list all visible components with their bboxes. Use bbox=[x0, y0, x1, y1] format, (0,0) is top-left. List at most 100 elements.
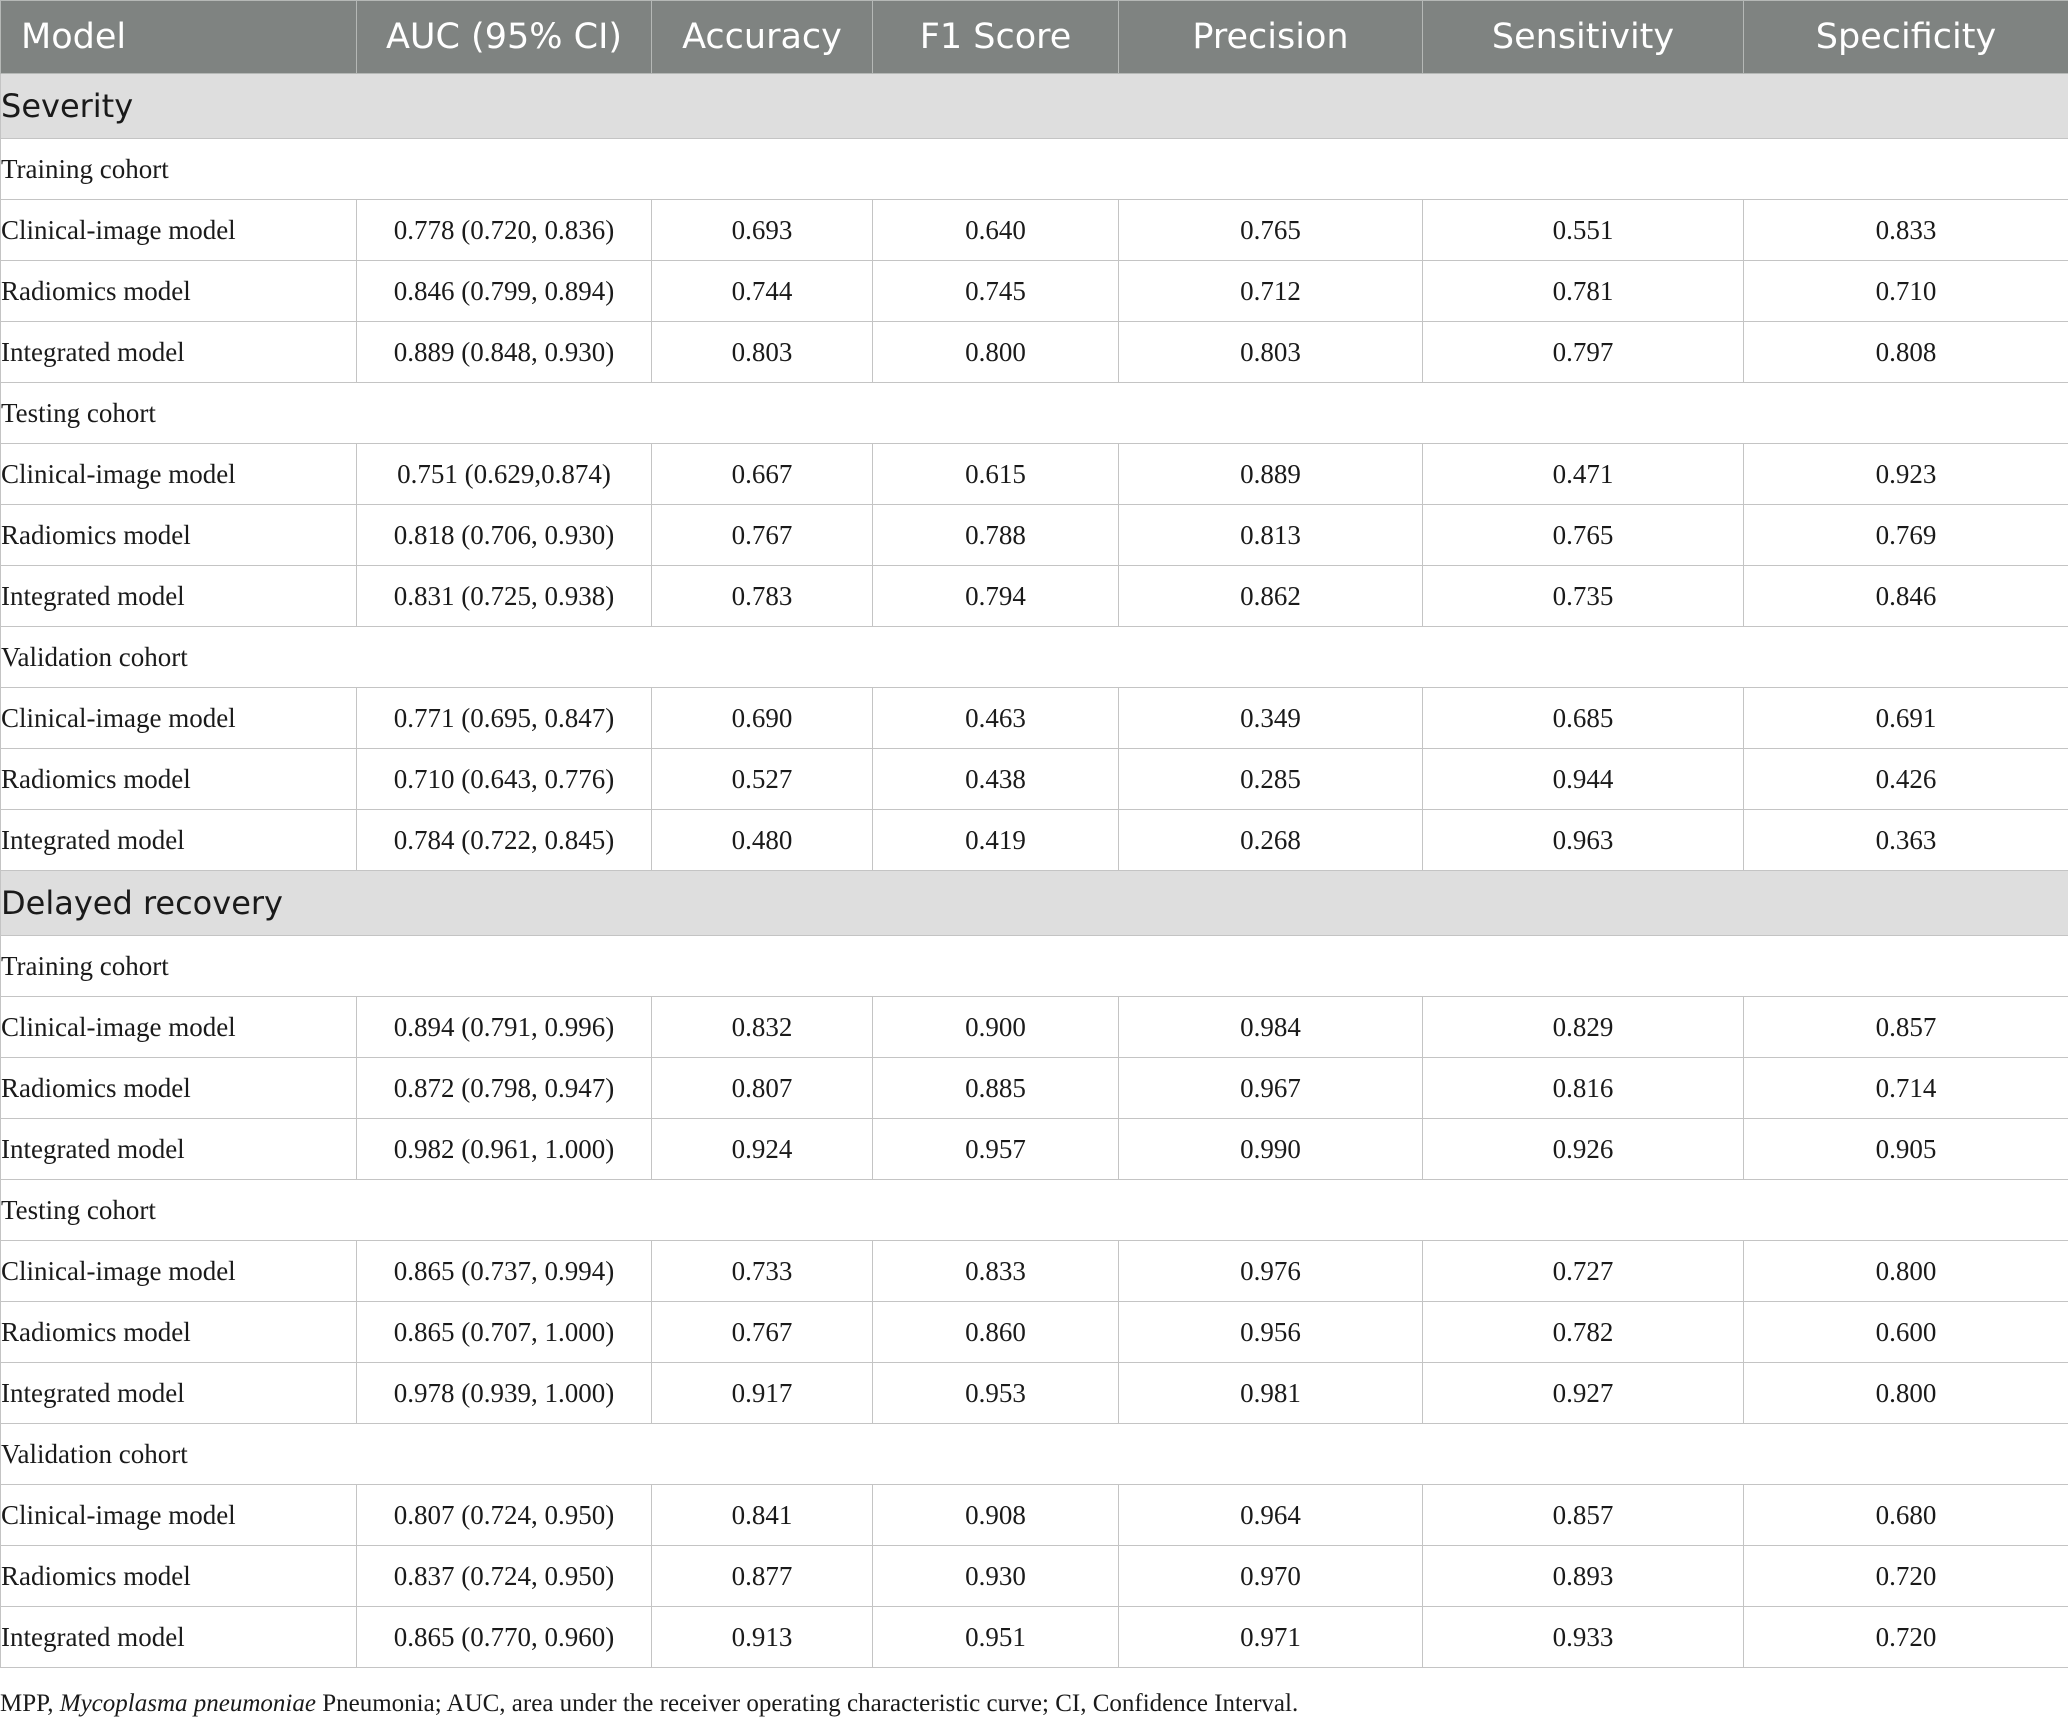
cell-model-name: Clinical-image model bbox=[0, 443, 357, 505]
cell-f1: 0.908 bbox=[872, 1484, 1119, 1546]
table-row: Integrated model 0.889 (0.848, 0.930) 0.80… bbox=[0, 321, 2068, 383]
footnote-text: Pneumonia; AUC, area under the receiver … bbox=[315, 1690, 1299, 1717]
results-table: Model AUC (95% CI) Accuracy F1 Score Pre… bbox=[0, 0, 2068, 1668]
cell-accuracy: 0.480 bbox=[651, 809, 873, 871]
cell-precision: 0.813 bbox=[1118, 504, 1423, 566]
cell-model-name: Integrated model bbox=[0, 1362, 357, 1424]
cell-precision: 0.956 bbox=[1118, 1301, 1423, 1363]
cohort-row: Validation cohort bbox=[0, 626, 2068, 688]
cell-precision: 0.349 bbox=[1118, 687, 1423, 749]
cell-f1: 0.800 bbox=[872, 321, 1119, 383]
cell-specificity: 0.720 bbox=[1743, 1545, 2068, 1607]
cell-specificity: 0.857 bbox=[1743, 996, 2068, 1058]
cell-accuracy: 0.841 bbox=[651, 1484, 873, 1546]
table-row: Clinical-image model 0.865 (0.737, 0.994)… bbox=[0, 1240, 2068, 1302]
cell-sensitivity: 0.781 bbox=[1422, 260, 1744, 322]
table-header-row: Model AUC (95% CI) Accuracy F1 Score Pre… bbox=[0, 0, 2068, 74]
cell-f1: 0.860 bbox=[872, 1301, 1119, 1363]
cell-accuracy: 0.693 bbox=[651, 199, 873, 261]
cell-model-name: Integrated model bbox=[0, 565, 357, 627]
cell-f1: 0.794 bbox=[872, 565, 1119, 627]
cell-model-name: Clinical-image model bbox=[0, 1240, 357, 1302]
cell-f1: 0.930 bbox=[872, 1545, 1119, 1607]
cell-model-name: Clinical-image model bbox=[0, 687, 357, 749]
table-body: Severity Training cohort Clinical-image mo… bbox=[0, 73, 2068, 1668]
header-cell-auc: AUC (95% CI) bbox=[356, 0, 652, 74]
cell-auc: 0.771 (0.695, 0.847) bbox=[356, 687, 652, 749]
cell-auc: 0.831 (0.725, 0.938) bbox=[356, 565, 652, 627]
cell-f1: 0.463 bbox=[872, 687, 1119, 749]
cell-auc: 0.751 (0.629,0.874) bbox=[356, 443, 652, 505]
header-cell-accuracy: Accuracy bbox=[651, 0, 873, 74]
cell-accuracy: 0.913 bbox=[651, 1606, 873, 1668]
table-row: Radiomics model 0.846 (0.799, 0.894) 0.744… bbox=[0, 260, 2068, 322]
cell-auc: 0.865 (0.737, 0.994) bbox=[356, 1240, 652, 1302]
cell-accuracy: 0.667 bbox=[651, 443, 873, 505]
table-footnote: MPP, Mycoplasma pneumoniae Pneumonia; AU… bbox=[0, 1690, 1298, 1718]
cell-f1: 0.615 bbox=[872, 443, 1119, 505]
cohort-row: Training cohort bbox=[0, 935, 2068, 997]
cell-sensitivity: 0.963 bbox=[1422, 809, 1744, 871]
header-cell-model: Model bbox=[0, 0, 357, 74]
cell-model-name: Clinical-image model bbox=[0, 996, 357, 1058]
cell-accuracy: 0.807 bbox=[651, 1057, 873, 1119]
cohort-label: Testing cohort bbox=[0, 382, 2068, 444]
cell-auc: 0.889 (0.848, 0.930) bbox=[356, 321, 652, 383]
table-row: Radiomics model 0.865 (0.707, 1.000) 0.767… bbox=[0, 1301, 2068, 1363]
table-row: Radiomics model 0.818 (0.706, 0.930) 0.767… bbox=[0, 504, 2068, 566]
cell-precision: 0.990 bbox=[1118, 1118, 1423, 1180]
header-cell-specificity: Specificity bbox=[1743, 0, 2068, 74]
cell-f1: 0.953 bbox=[872, 1362, 1119, 1424]
cell-model-name: Integrated model bbox=[0, 809, 357, 871]
cell-model-name: Integrated model bbox=[0, 1606, 357, 1668]
cell-sensitivity: 0.727 bbox=[1422, 1240, 1744, 1302]
cell-precision: 0.967 bbox=[1118, 1057, 1423, 1119]
cell-model-name: Radiomics model bbox=[0, 1057, 357, 1119]
cell-sensitivity: 0.765 bbox=[1422, 504, 1744, 566]
cell-specificity: 0.808 bbox=[1743, 321, 2068, 383]
cell-auc: 0.865 (0.707, 1.000) bbox=[356, 1301, 652, 1363]
cell-precision: 0.984 bbox=[1118, 996, 1423, 1058]
cell-model-name: Clinical-image model bbox=[0, 199, 357, 261]
cohort-row: Testing cohort bbox=[0, 1179, 2068, 1241]
cell-specificity: 0.923 bbox=[1743, 443, 2068, 505]
cohort-row: Validation cohort bbox=[0, 1423, 2068, 1485]
cell-precision: 0.862 bbox=[1118, 565, 1423, 627]
cell-model-name: Radiomics model bbox=[0, 1301, 357, 1363]
cell-auc: 0.846 (0.799, 0.894) bbox=[356, 260, 652, 322]
cell-sensitivity: 0.893 bbox=[1422, 1545, 1744, 1607]
cell-f1: 0.900 bbox=[872, 996, 1119, 1058]
table-row: Radiomics model 0.710 (0.643, 0.776) 0.527… bbox=[0, 748, 2068, 810]
cell-f1: 0.745 bbox=[872, 260, 1119, 322]
cell-f1: 0.885 bbox=[872, 1057, 1119, 1119]
table-row: Integrated model 0.831 (0.725, 0.938) 0.78… bbox=[0, 565, 2068, 627]
cell-f1: 0.788 bbox=[872, 504, 1119, 566]
cell-auc: 0.978 (0.939, 1.000) bbox=[356, 1362, 652, 1424]
cell-auc: 0.865 (0.770, 0.960) bbox=[356, 1606, 652, 1668]
cell-specificity: 0.691 bbox=[1743, 687, 2068, 749]
cell-specificity: 0.800 bbox=[1743, 1240, 2068, 1302]
cell-model-name: Radiomics model bbox=[0, 748, 357, 810]
cohort-row: Testing cohort bbox=[0, 382, 2068, 444]
cohort-row: Training cohort bbox=[0, 138, 2068, 200]
cell-precision: 0.268 bbox=[1118, 809, 1423, 871]
table-row: Integrated model 0.865 (0.770, 0.960) 0.91… bbox=[0, 1606, 2068, 1668]
header-cell-f1: F1 Score bbox=[872, 0, 1119, 74]
cell-sensitivity: 0.782 bbox=[1422, 1301, 1744, 1363]
cell-auc: 0.837 (0.724, 0.950) bbox=[356, 1545, 652, 1607]
cell-precision: 0.889 bbox=[1118, 443, 1423, 505]
cohort-label: Training cohort bbox=[0, 935, 2068, 997]
cell-sensitivity: 0.933 bbox=[1422, 1606, 1744, 1668]
table-row: Clinical-image model 0.771 (0.695, 0.847)… bbox=[0, 687, 2068, 749]
cell-specificity: 0.710 bbox=[1743, 260, 2068, 322]
table-row: Clinical-image model 0.894 (0.791, 0.996)… bbox=[0, 996, 2068, 1058]
cell-model-name: Radiomics model bbox=[0, 1545, 357, 1607]
cell-model-name: Integrated model bbox=[0, 321, 357, 383]
cell-specificity: 0.600 bbox=[1743, 1301, 2068, 1363]
cohort-label: Validation cohort bbox=[0, 1423, 2068, 1485]
cell-specificity: 0.363 bbox=[1743, 809, 2068, 871]
footnote-text: MPP, bbox=[0, 1690, 60, 1717]
cell-auc: 0.894 (0.791, 0.996) bbox=[356, 996, 652, 1058]
table-row: Integrated model 0.784 (0.722, 0.845) 0.48… bbox=[0, 809, 2068, 871]
cell-accuracy: 0.877 bbox=[651, 1545, 873, 1607]
